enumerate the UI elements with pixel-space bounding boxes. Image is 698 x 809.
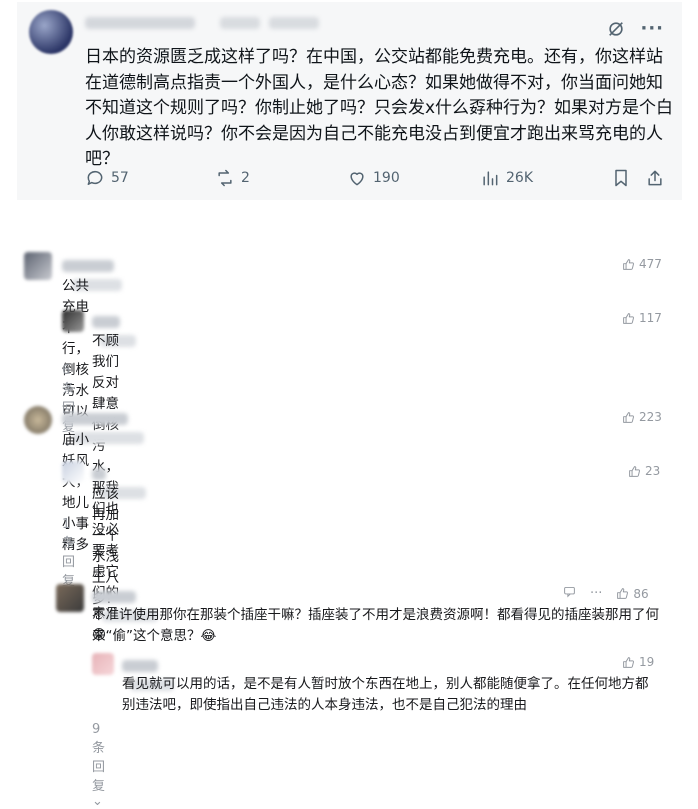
bookmark-icon (615, 169, 627, 187)
repost-count: 2 (241, 170, 250, 186)
repost-button[interactable]: 2 (215, 168, 250, 188)
comment-like-button[interactable]: 19 (622, 655, 654, 669)
like-icon (350, 172, 364, 186)
thumbs-up-icon (623, 411, 634, 423)
grok-icon[interactable] (607, 18, 631, 39)
more-replies-link[interactable]: 9条回复 ⌄ (92, 722, 105, 809)
post-author[interactable] (85, 14, 320, 33)
bookmark-button[interactable] (611, 168, 631, 188)
comment-text: 不准许使用那你在那装个插座干嘛？插座装了不用才是浪费资源啊！都看得见的插座装那用… (92, 607, 659, 644)
reply-count: 57 (111, 170, 129, 186)
share-icon (648, 170, 662, 186)
comment-like-button[interactable]: 117 (622, 311, 662, 325)
avatar[interactable] (92, 653, 114, 675)
comment-like-button[interactable]: 86 (616, 586, 649, 601)
like-count: 19 (639, 655, 655, 669)
reply-button[interactable]: 57 (85, 168, 129, 188)
thumbs-up-icon (617, 588, 629, 599)
comment-like-button[interactable]: 477 (622, 257, 662, 271)
post-card[interactable]: ··· 日本的资源匮乏成这样了吗？在中国，公交站都能免费充电。还有，你这样站在道… (17, 2, 682, 200)
avatar[interactable] (62, 461, 84, 483)
views-button[interactable]: 26K (480, 168, 533, 188)
views-count: 26K (506, 170, 533, 186)
like-count: 86 (633, 586, 649, 601)
avatar[interactable] (62, 310, 84, 332)
post-text: 日本的资源匮乏成这样了吗？在中国，公交站都能免费充电。还有，你这样站在道德制高点… (85, 47, 674, 169)
post-actions: 57 2 190 26K (85, 168, 675, 192)
reply-text: 看见就可以用的话，是不是有人暂时放个东西在地上，别人都能随便拿了。在任何地方都别… (122, 676, 649, 713)
views-icon (483, 171, 498, 186)
more-icon[interactable]: ··· (590, 586, 602, 601)
avatar[interactable] (24, 406, 52, 434)
like-count: 23 (645, 464, 661, 478)
repost-icon (218, 169, 232, 187)
comment-tools: ··· 86 (563, 585, 649, 602)
thumbs-up-icon (623, 258, 634, 270)
like-count: 190 (373, 170, 400, 186)
share-button[interactable] (645, 168, 665, 188)
more-icon[interactable]: ··· (640, 18, 664, 39)
reply-icon[interactable] (563, 585, 576, 602)
thumbs-up-icon (623, 312, 634, 324)
avatar[interactable] (56, 584, 84, 612)
reply-icon (87, 170, 103, 185)
like-count: 223 (639, 410, 662, 424)
like-count: 477 (639, 257, 662, 271)
like-count: 117 (639, 311, 662, 325)
chevron-down-icon: ⌄ (92, 794, 103, 809)
comment-like-button[interactable]: 223 (622, 410, 662, 424)
thumbs-up-icon (623, 656, 634, 668)
like-button[interactable]: 190 (347, 168, 400, 188)
comment-like-button[interactable]: 23 (628, 464, 660, 478)
avatar[interactable] (29, 10, 73, 54)
thumbs-up-icon (629, 465, 640, 477)
avatar[interactable] (24, 252, 52, 280)
